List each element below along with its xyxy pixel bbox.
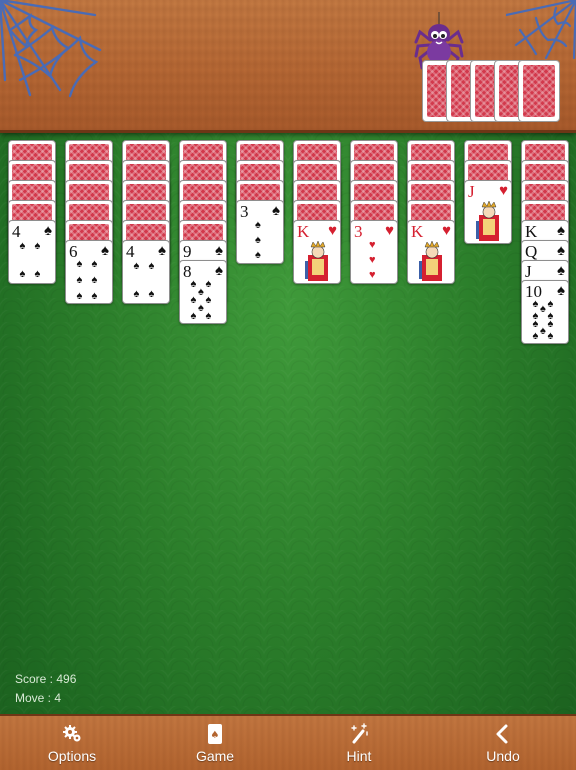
spade-pip-icon: ♠ — [91, 257, 98, 270]
card-rank: 9 — [183, 242, 192, 261]
spade-pip-icon: ♠ — [76, 257, 83, 270]
gear-icon — [63, 725, 81, 742]
spade-pip-icon: ♠ — [205, 310, 212, 323]
spade-pip-icon: ♠ — [76, 274, 83, 286]
spade-pip-icon: ♠ — [547, 318, 554, 331]
spider-web-icon — [506, 0, 576, 60]
spade-pip-icon: ♠ — [205, 277, 212, 290]
magic-wand-icon — [351, 723, 368, 744]
spade-pip-icon: ♠ — [91, 290, 98, 303]
spade-pip-icon: ♠ — [532, 297, 539, 310]
spade-pip-icon: ♠ — [532, 318, 539, 331]
game-button[interactable]: ♠ Game — [170, 716, 260, 770]
spade-pip-icon: ♠ — [34, 268, 41, 281]
spade-pip-icon: ♠ — [76, 290, 83, 303]
stock-card[interactable] — [518, 60, 560, 122]
spade-icon: ♠ — [272, 202, 280, 219]
card-rank: Q — [525, 242, 538, 261]
spade-pip-icon: ♠ — [540, 324, 546, 337]
spade-icon: ♠ — [215, 242, 223, 259]
card-rank: J — [468, 182, 475, 201]
game-label: Game — [195, 748, 235, 764]
score-label: Score : 496 — [15, 672, 77, 686]
card-rank: J — [525, 262, 532, 281]
spade-pip-icon: ♠ — [190, 277, 197, 290]
spade-icon: ♠ — [557, 262, 565, 279]
spade-pip-icon: ♠ — [532, 330, 539, 343]
spade-icon: ♠ — [215, 262, 223, 279]
card-rank: 3 — [240, 202, 249, 221]
heart-pip-icon: ♥ — [369, 254, 376, 266]
playing-card[interactable]: 3 ♥ ♥ ♥ ♥ — [350, 220, 398, 284]
spade-pip-icon: ♠ — [198, 301, 204, 314]
spade-pip-icon: ♠ — [547, 297, 554, 310]
heart-icon: ♥ — [328, 222, 337, 239]
spade-icon: ♠ — [101, 242, 109, 259]
spade-pip-icon: ♠ — [34, 239, 41, 252]
top-wood-bar — [0, 0, 576, 133]
spade-icon: ♠ — [557, 242, 565, 259]
playing-card[interactable]: K ♥ — [293, 220, 341, 284]
spade-icon: ♠ — [158, 242, 166, 259]
playing-card[interactable]: 6 ♠ ♠ ♠ ♠ ♠ ♠ ♠ — [65, 240, 113, 304]
spade-pip-icon: ♠ — [148, 288, 155, 301]
card-rank: 4 — [12, 222, 21, 241]
spade-pip-icon: ♠ — [255, 234, 261, 246]
spade-pip-icon: ♠ — [190, 310, 197, 323]
spade-pip-icon: ♠ — [148, 259, 155, 272]
jack-figure-icon — [476, 201, 499, 241]
options-label: Options — [47, 748, 97, 764]
spade-pip-icon: ♠ — [91, 274, 98, 286]
card-rank: 4 — [126, 242, 135, 261]
spade-icon: ♠ — [44, 222, 52, 239]
playing-card[interactable]: 4 ♠ ♠ ♠ ♠ ♠ — [122, 240, 170, 304]
playing-card[interactable]: 3 ♠ ♠ ♠ ♠ — [236, 200, 284, 264]
chevron-left-icon — [496, 724, 508, 744]
king-figure-icon — [419, 241, 442, 281]
playing-card[interactable]: K ♥ — [407, 220, 455, 284]
king-figure-icon — [305, 241, 328, 281]
spade-pip-icon: ♠ — [198, 286, 204, 299]
hint-button[interactable]: Hint — [314, 716, 404, 770]
card-rank: K — [525, 222, 538, 241]
spade-pip-icon: ♠ — [133, 288, 140, 301]
spade-pip-icon: ♠ — [255, 218, 261, 231]
spade-icon: ♠ — [557, 282, 565, 299]
spade-pip-icon: ♠ — [547, 330, 554, 343]
spade-pip-icon: ♠ — [19, 239, 26, 252]
spade-pip-icon: ♠ — [540, 303, 546, 316]
undo-button[interactable]: Undo — [458, 716, 548, 770]
card-icon: ♠ — [208, 724, 222, 744]
hint-label: Hint — [346, 748, 372, 764]
heart-icon: ♥ — [499, 182, 508, 199]
spade-pip-icon: ♠ — [205, 294, 212, 306]
svg-text:♠: ♠ — [211, 730, 220, 741]
heart-icon: ♥ — [385, 222, 394, 239]
playing-card[interactable]: 10 ♠ ♠ ♠ ♠ ♠ ♠ ♠ ♠ ♠ ♠ ♠ — [521, 280, 569, 344]
options-button[interactable]: Options — [27, 716, 117, 770]
spade-pip-icon: ♠ — [190, 294, 197, 306]
undo-label: Undo — [486, 748, 520, 764]
heart-pip-icon: ♥ — [369, 238, 376, 251]
heart-icon: ♥ — [442, 222, 451, 239]
move-count-label: Move : 4 — [15, 691, 62, 705]
playing-card[interactable]: 4 ♠ ♠ ♠ ♠ ♠ — [8, 220, 56, 284]
spider-web-icon — [0, 0, 102, 98]
card-rank: K — [297, 222, 310, 241]
card-rank: 3 — [354, 222, 363, 241]
spade-pip-icon: ♠ — [255, 249, 261, 262]
spade-icon: ♠ — [557, 222, 565, 239]
card-rank: K — [411, 222, 424, 241]
playing-card[interactable]: 8 ♠ ♠ ♠ ♠ ♠ ♠ ♠ ♠ ♠ — [179, 260, 227, 324]
bottom-toolbar: Options ♠ Game Hint Undo — [0, 714, 576, 770]
spade-pip-icon: ♠ — [19, 268, 26, 281]
playing-card[interactable]: J ♥ — [464, 180, 512, 244]
spade-pip-icon: ♠ — [133, 259, 140, 272]
heart-pip-icon: ♥ — [369, 269, 376, 282]
